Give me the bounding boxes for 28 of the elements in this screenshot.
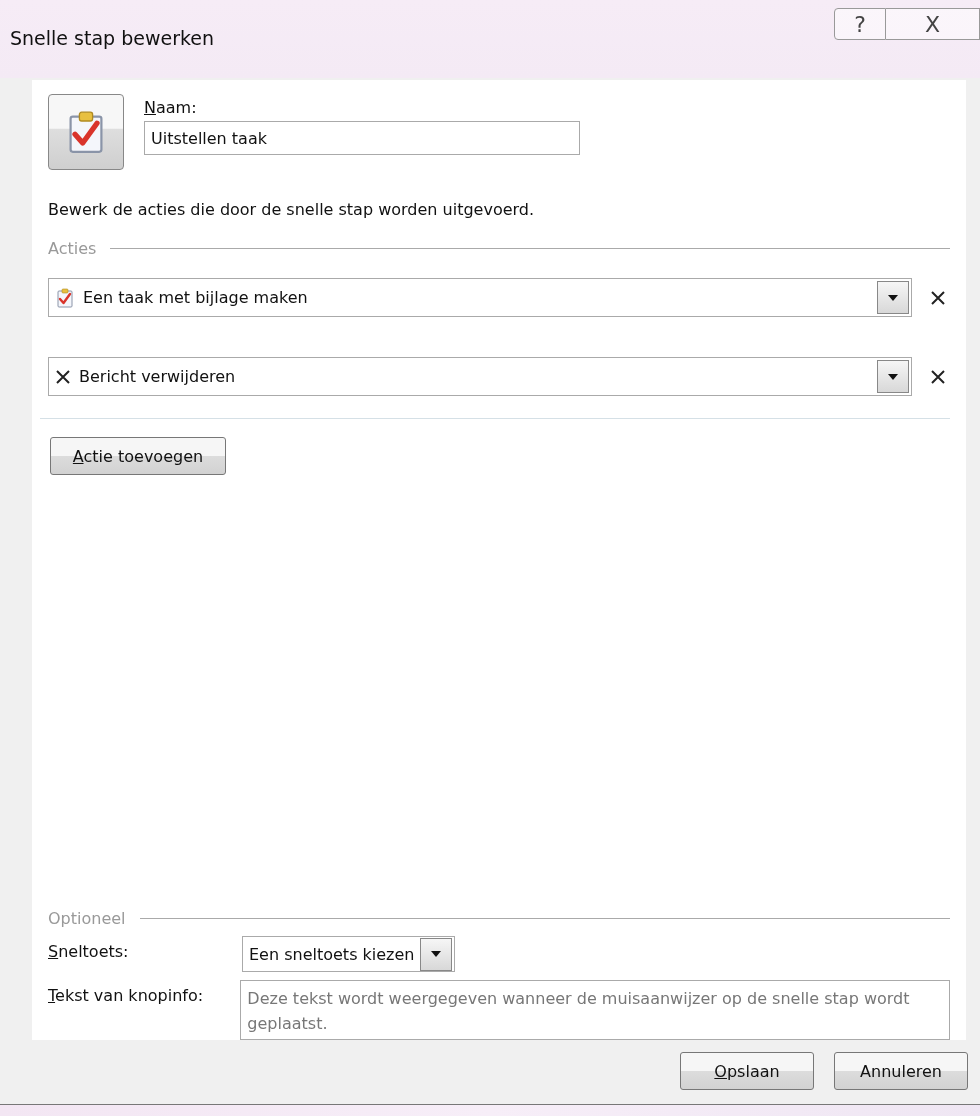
caret-icon <box>888 373 898 380</box>
icon-picker-button[interactable] <box>48 94 124 170</box>
dialog-button[interactable]: Opslaan <box>680 1052 814 1090</box>
close-button[interactable]: X <box>886 8 980 40</box>
window-title: Snelle stap bewerken <box>9 26 216 49</box>
name-label: Naam: <box>144 98 198 117</box>
help-button[interactable]: ? <box>834 8 886 40</box>
shortcut-label: Sneltoets: <box>48 941 130 961</box>
shortcut-dropdown[interactable]: Een sneltoets kiezen <box>242 936 456 972</box>
action-dropdown[interactable]: Een taak met bijlage maken <box>48 278 912 317</box>
group-title: Optioneel <box>48 909 126 928</box>
add-action-button[interactable]: Actie toevoegen <box>50 437 226 475</box>
cross-icon <box>55 368 71 385</box>
tooltip-label: Tekst van knopinfo: <box>48 985 205 1005</box>
clipboard-check-icon <box>55 287 75 308</box>
close-icon <box>930 368 946 385</box>
dropdown-button[interactable] <box>420 937 453 971</box>
caret-icon <box>888 294 898 301</box>
group-title: Acties <box>48 239 97 258</box>
dropdown-button[interactable] <box>877 360 909 393</box>
dialog-button[interactable]: Annuleren <box>834 1052 968 1090</box>
caret-icon <box>431 951 442 957</box>
tooltip-text-field[interactable]: Deze tekst wordt weergegeven wanneer de muisaanwijzer op de snelle stap wordt geplaatst. <box>240 980 950 1040</box>
action-dropdown[interactable]: Bericht verwijderen <box>48 357 912 396</box>
dropdown-button[interactable] <box>877 281 909 314</box>
close-icon <box>930 289 946 306</box>
name-field[interactable]: Uitstellen taak <box>144 121 580 155</box>
instruction-text: Bewerk de acties die door de snelle stap worden uitgevoerd. <box>48 200 536 219</box>
